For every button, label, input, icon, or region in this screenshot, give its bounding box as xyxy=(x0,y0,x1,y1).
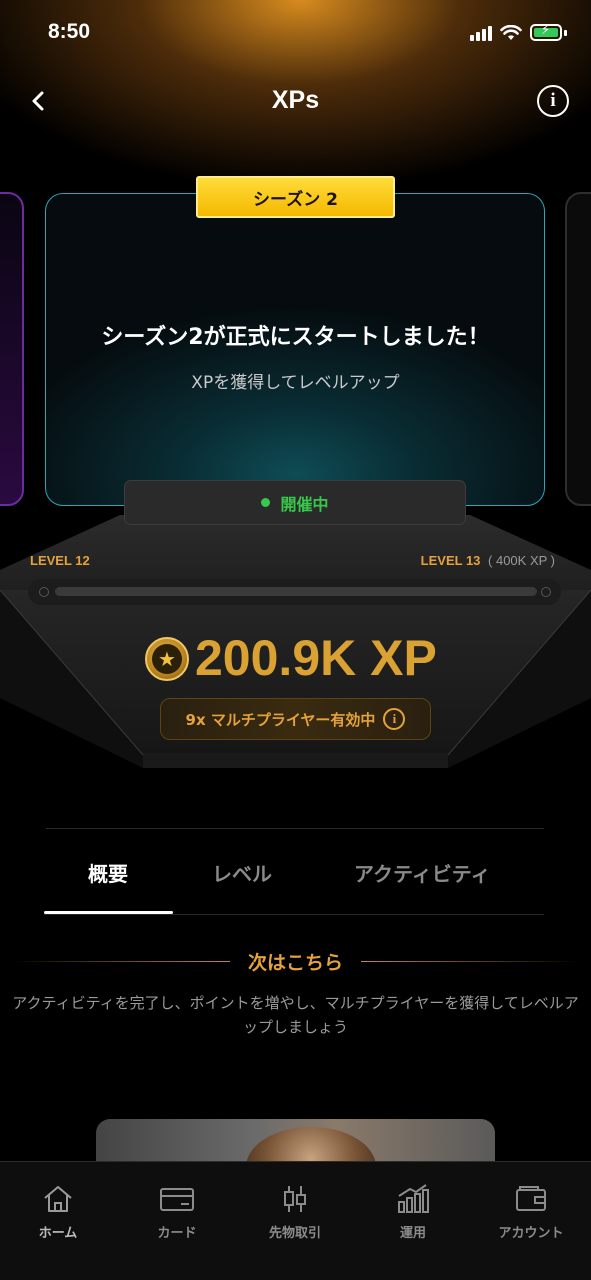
info-button[interactable]: i xyxy=(537,85,569,117)
tab-activity[interactable]: アクティビティ xyxy=(354,858,491,887)
current-level: LEVEL 12 xyxy=(30,553,90,568)
season-status-pill: 開催中 xyxy=(124,480,466,525)
card-icon xyxy=(160,1188,194,1211)
status-time: 8:50 xyxy=(48,20,91,43)
battery-icon: ⚡ xyxy=(530,23,562,41)
nav-account[interactable]: アカウント xyxy=(486,1184,576,1241)
candlestick-icon xyxy=(284,1186,306,1212)
divider xyxy=(46,828,544,829)
signal-icon xyxy=(470,25,492,41)
next-section-title: 次はこちら xyxy=(247,952,343,974)
bar-chart-icon xyxy=(398,1184,429,1213)
nav-futures[interactable]: 先物取引 xyxy=(250,1184,340,1241)
active-tab-indicator xyxy=(44,911,173,914)
info-icon: i xyxy=(550,90,556,111)
season-tag: シーズン 2 xyxy=(196,176,395,218)
nav-earn[interactable]: 運用 xyxy=(368,1184,458,1241)
bottom-nav: ホーム カード 先物取引 運用 アカウント xyxy=(0,1161,591,1280)
wallet-icon xyxy=(516,1186,546,1211)
nav-home[interactable]: ホーム xyxy=(13,1184,103,1241)
next-level-label: LEVEL 13 xyxy=(420,553,481,568)
multiplier-pill[interactable]: 9x マルチプライヤー有効中 i xyxy=(160,698,431,740)
level-progress-bar xyxy=(55,587,537,596)
nav-card[interactable]: カード xyxy=(132,1184,222,1241)
next-level-requirement: ( 400K XP ) xyxy=(488,553,555,568)
status-icons: ⚡ xyxy=(470,23,567,41)
season-status-label: 開催中 xyxy=(280,494,329,514)
live-dot-icon xyxy=(261,498,271,507)
season-headline: シーズン2が正式にスタートしました！ xyxy=(101,325,490,350)
home-icon xyxy=(44,1186,72,1212)
season-subtitle: XPを獲得してレベルアップ xyxy=(191,373,400,393)
nav-home-label: ホーム xyxy=(38,1226,78,1241)
tab-overview[interactable]: 概要 xyxy=(88,858,128,887)
tabs-divider xyxy=(44,914,544,915)
next-section-description: アクティビティを完了し、ポイントを増やし、マルチプライヤーを獲得してレベルアップ… xyxy=(12,994,579,1036)
nav-earn-label: 運用 xyxy=(399,1226,426,1241)
tab-level[interactable]: レベル xyxy=(212,858,272,887)
wifi-icon xyxy=(500,24,522,40)
nav-futures-label: 先物取引 xyxy=(268,1226,321,1241)
xp-coin-icon: ★ xyxy=(145,637,189,681)
nav-account-label: アカウント xyxy=(498,1226,564,1241)
page-title: XPs xyxy=(271,86,320,114)
info-icon: i xyxy=(383,708,406,730)
next-level: LEVEL 13 ( 400K XP ) xyxy=(421,553,555,568)
xps-screen: 8:50 ⚡ XPs i シーズン 2 シーズン2が正式にスタートしました！ X… xyxy=(0,0,591,1280)
multiplier-label: 9x マルチプライヤー有効中 xyxy=(185,710,376,729)
xp-total: 200.9K XP xyxy=(195,630,437,686)
nav-card-label: カード xyxy=(157,1226,197,1241)
